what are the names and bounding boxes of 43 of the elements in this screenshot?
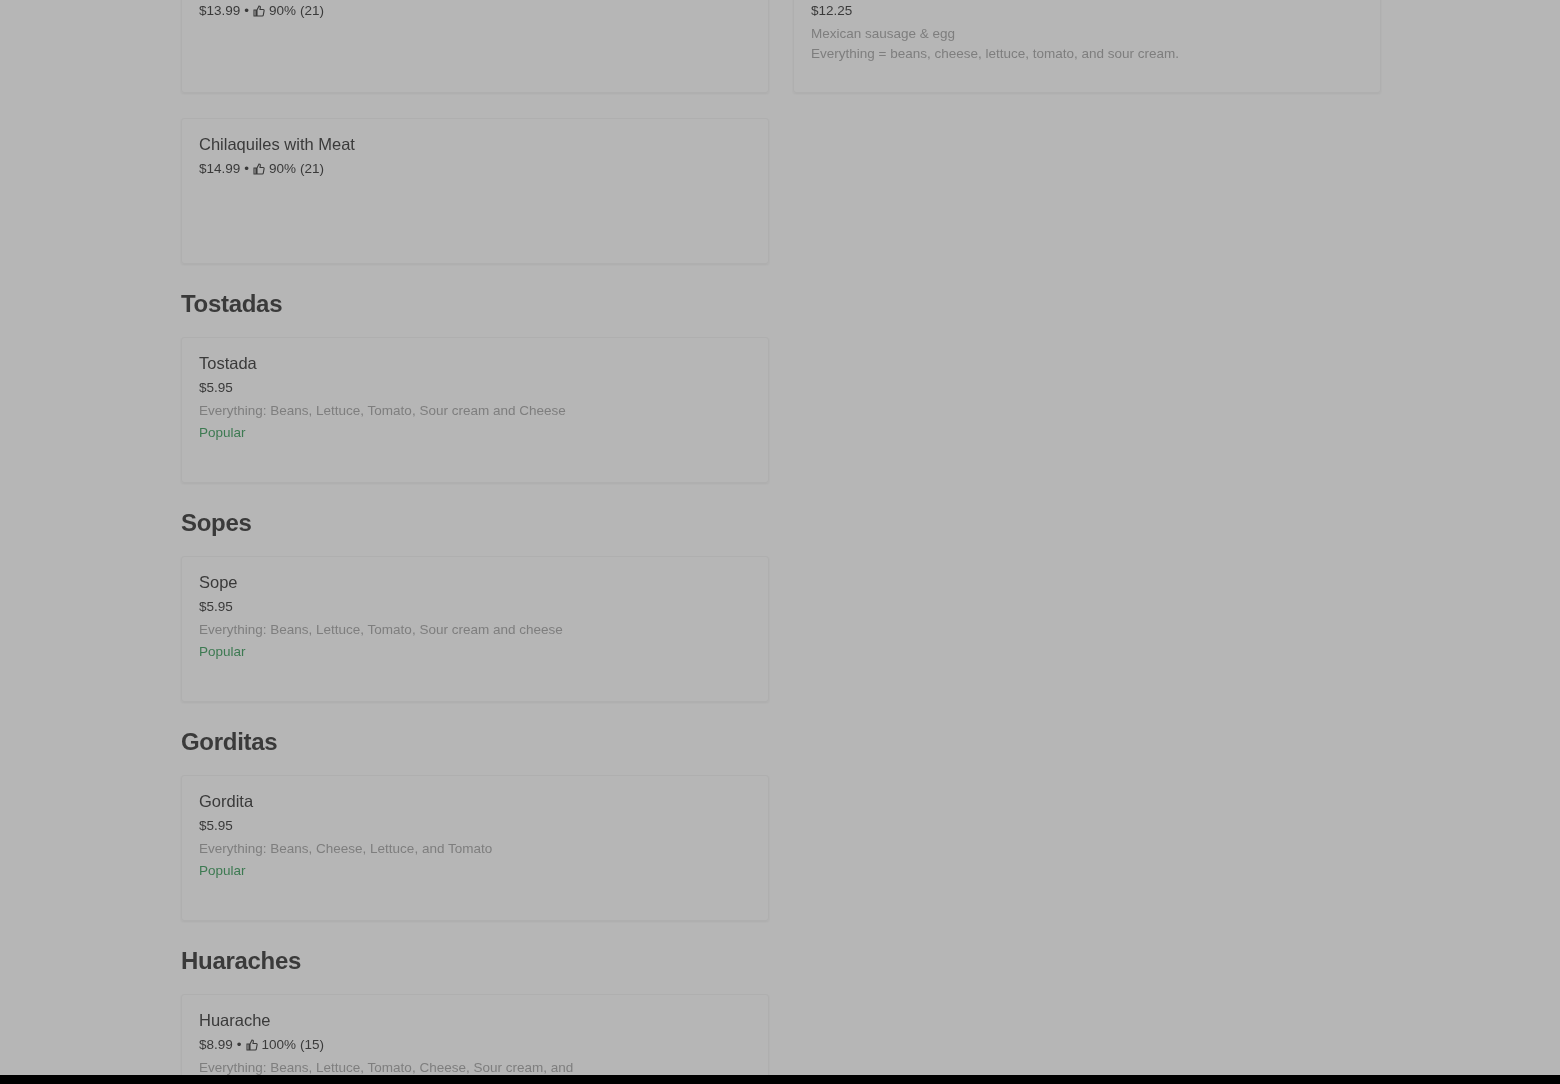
separator-dot: • (244, 2, 250, 20)
menu-item-card[interactable]: Gordita $5.95 Everything: Beans, Cheese, Lettuce, and Tomato Popular (181, 775, 769, 921)
item-description: Mexican sausage & egg (811, 25, 957, 43)
item-price: $8.99 (199, 1036, 233, 1054)
section-heading: Gorditas (181, 727, 279, 757)
popular-label: Popular (199, 862, 247, 880)
rating-percent: 100% (261, 1036, 297, 1054)
separator-dot: • (236, 1036, 242, 1054)
item-description: Everything: Beans, Lettuce, Tomato, Cheese, Sour cream, and (199, 1059, 575, 1077)
menu-item-card[interactable]: Chilaquiles with Meat $14.99 • 90% (21) (181, 118, 769, 264)
item-name: Chilaquiles with Meat (199, 134, 356, 155)
rating-percent: 90% (269, 2, 297, 20)
menu-item-card[interactable]: $13.99 • 90% (21) (181, 0, 769, 93)
section-heading: Sopes (181, 508, 253, 538)
popular-label: Popular (199, 424, 247, 442)
item-price: $13.99 (199, 2, 241, 20)
menu-item-card[interactable]: Tostada $5.95 Everything: Beans, Lettuce, Tomato, Sour cream and Cheese Popular (181, 337, 769, 483)
item-description: Everything: Beans, Lettuce, Tomato, Sour cream and Cheese (199, 402, 567, 420)
item-name: Tostada (199, 353, 258, 374)
item-description: Everything = beans, cheese, lettuce, tomato, and sour cream. (811, 45, 1181, 63)
popular-label: Popular (199, 643, 247, 661)
item-description: Everything: Beans, Cheese, Lettuce, and Tomato (199, 840, 494, 858)
menu-item-card[interactable]: $12.25 Mexican sausage & egg Everything = beans, cheese, lettuce, tomato, and sour cream. (793, 0, 1381, 93)
rating-count: (15) (300, 1036, 325, 1054)
item-price: $14.99 (199, 160, 241, 178)
item-price: $5.95 (199, 817, 233, 835)
item-price: $5.95 (199, 598, 233, 616)
rating-count: (21) (300, 160, 325, 178)
thumbs-up-icon (253, 163, 266, 175)
rating-count: (21) (300, 2, 325, 20)
item-name: Sope (199, 572, 239, 593)
thumbs-up-icon (245, 1039, 258, 1051)
item-name: Huarache (199, 1010, 272, 1031)
item-price: $12.25 (811, 2, 853, 20)
menu-item-card[interactable]: Sope $5.95 Everything: Beans, Lettuce, Tomato, Sour cream and cheese Popular (181, 556, 769, 702)
item-price: $5.95 (199, 379, 233, 397)
rating-percent: 90% (269, 160, 297, 178)
section-heading: Tostadas (181, 289, 284, 319)
separator-dot: • (244, 160, 250, 178)
item-name: Gordita (199, 791, 255, 812)
item-description: Everything: Beans, Lettuce, Tomato, Sour cream and cheese (199, 621, 564, 639)
section-heading: Huaraches (181, 946, 303, 976)
thumbs-up-icon (253, 5, 266, 17)
